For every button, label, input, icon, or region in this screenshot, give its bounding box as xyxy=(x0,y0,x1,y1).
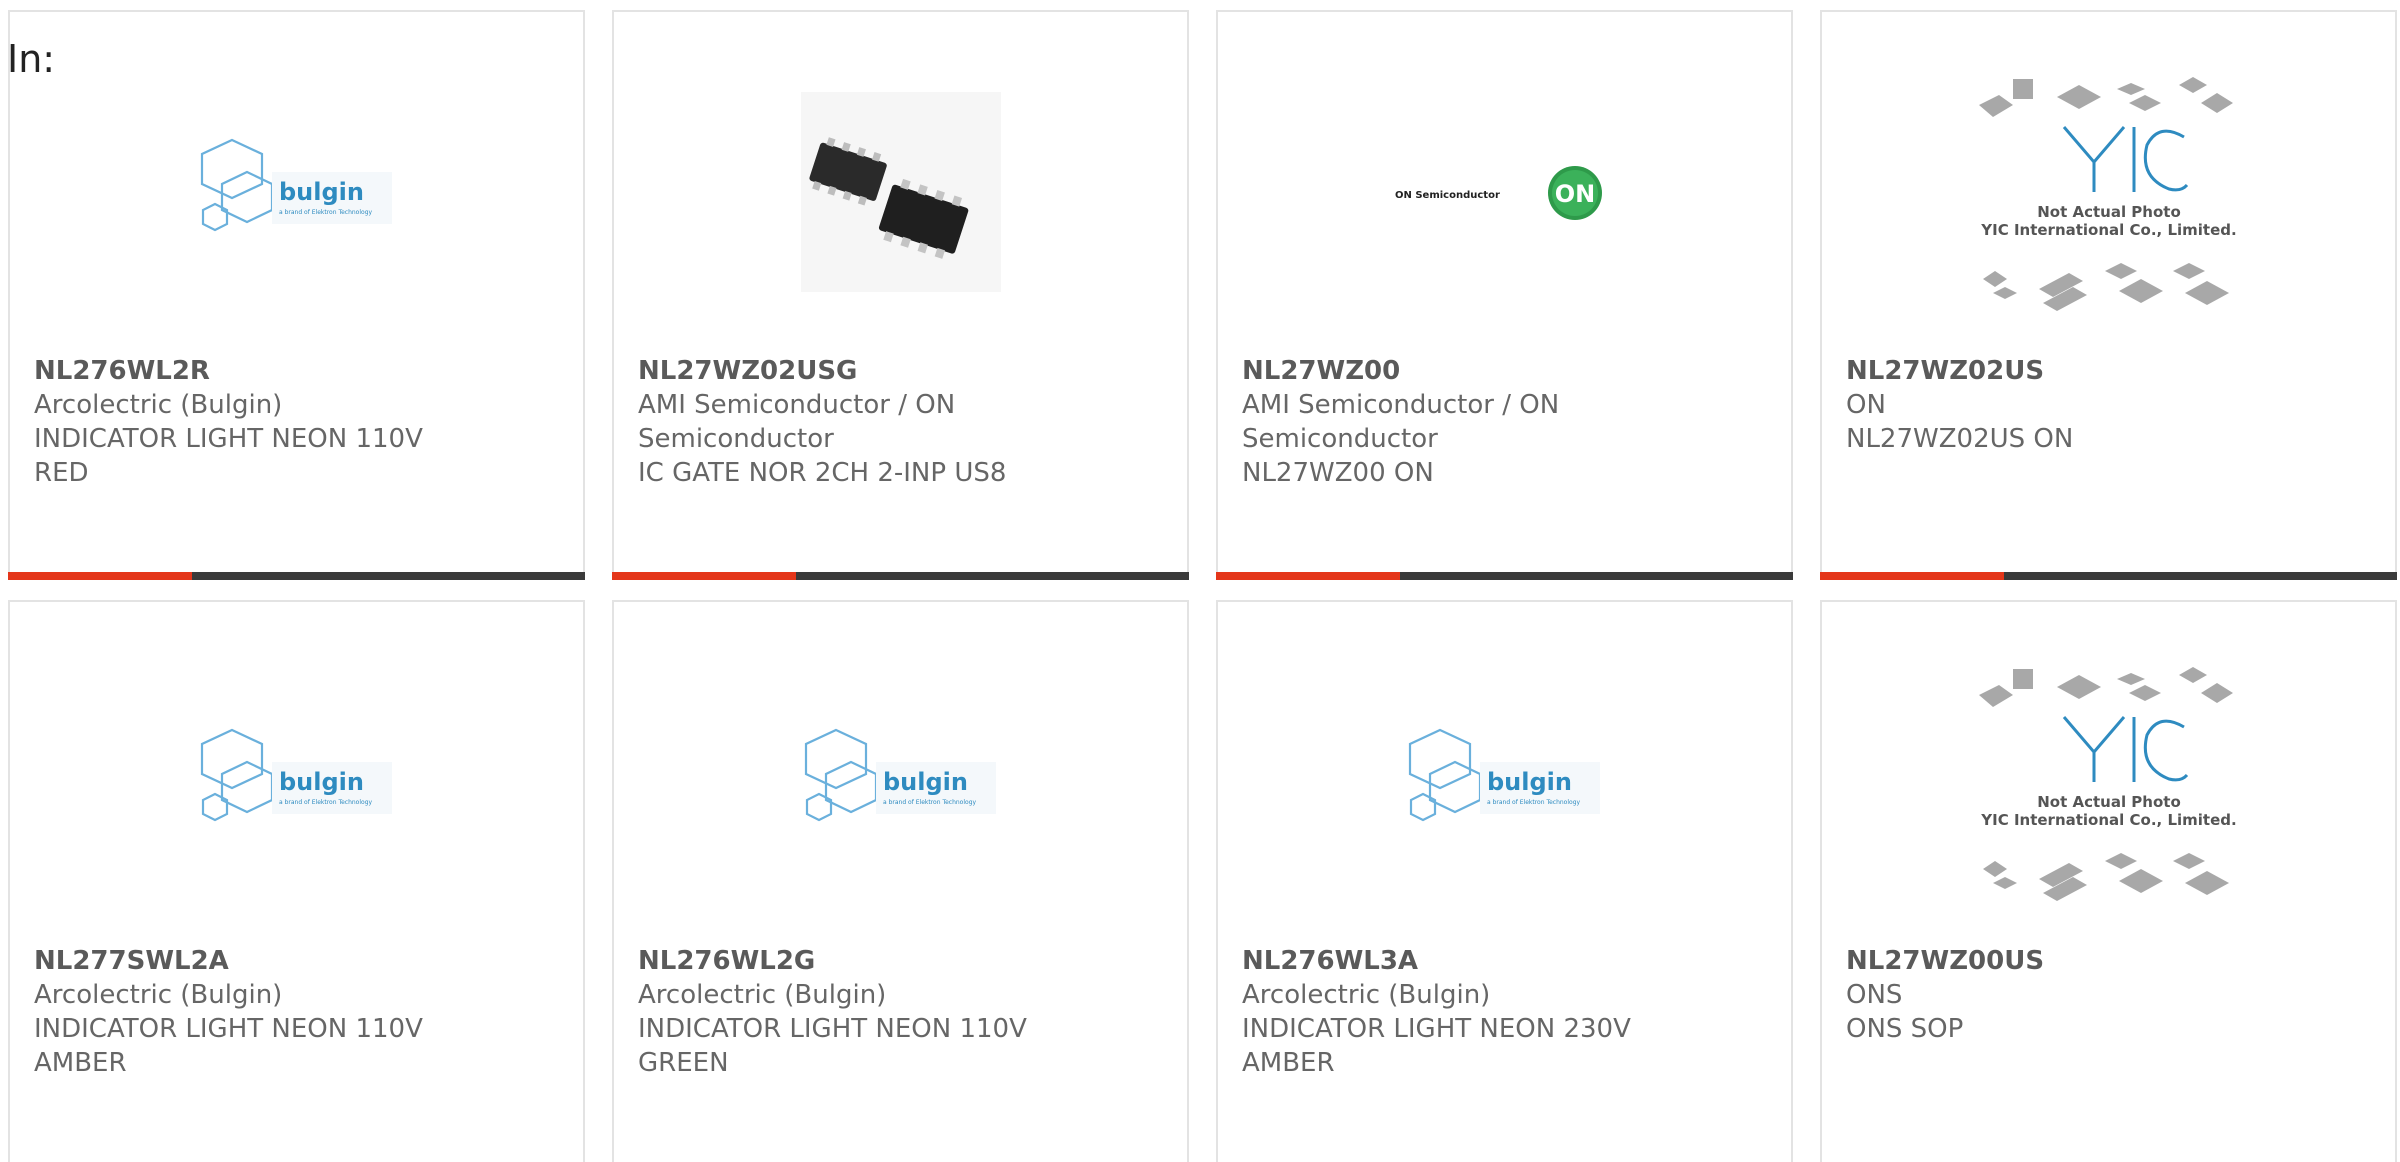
description: INDICATOR LIGHT NEON 110V RED xyxy=(34,424,423,488)
product-info: NL277SWL2A Arcolectric (Bulgin) INDICATO… xyxy=(34,944,454,1080)
product-image-bulgin-logo[interactable]: bulgin a brand of Elektron Technology xyxy=(614,652,1187,912)
manufacturer: AMI Semiconductor / ON Semiconductor xyxy=(638,390,956,454)
svg-text:bulgin: bulgin xyxy=(279,178,364,206)
card-bar-accent xyxy=(1820,572,2004,580)
manufacturer: ON xyxy=(1846,390,1886,420)
manufacturer: Arcolectric (Bulgin) xyxy=(1242,980,1491,1010)
card-bottom-bar xyxy=(8,572,585,580)
product-results-page: In: bulgin a brand of Elektron Technolog… xyxy=(0,0,2400,1162)
description: NL27WZ02US ON xyxy=(1846,424,2074,454)
manufacturer: Arcolectric (Bulgin) xyxy=(34,980,283,1010)
svg-text:bulgin: bulgin xyxy=(883,768,968,796)
card-bottom-bar xyxy=(612,572,1189,580)
bulgin-logo-icon: bulgin a brand of Elektron Technology xyxy=(200,138,392,232)
description: INDICATOR LIGHT NEON 110V AMBER xyxy=(34,1014,423,1078)
product-card[interactable]: Not Actual Photo YIC International Co., … xyxy=(1820,10,2397,580)
manufacturer: Arcolectric (Bulgin) xyxy=(34,390,283,420)
svg-text:ON: ON xyxy=(1554,180,1595,208)
card-bar-accent xyxy=(1216,572,1400,580)
part-number-link[interactable]: NL27WZ00 xyxy=(1242,354,1662,388)
yic-placeholder-icon: Not Actual Photo YIC International Co., … xyxy=(1978,77,2236,311)
card-bar-accent xyxy=(612,572,796,580)
product-image-on-semiconductor-logo[interactable]: ON Semiconductor ON xyxy=(1218,62,1791,322)
svg-text:a brand of Elektron Technology: a brand of Elektron Technology xyxy=(279,209,372,216)
svg-text:Not Actual Photo: Not Actual Photo xyxy=(2037,203,2181,221)
ic-chip-icon xyxy=(800,92,1001,292)
product-info: NL276WL2G Arcolectric (Bulgin) INDICATOR… xyxy=(638,944,1058,1080)
bulgin-logo-icon: bulgin a brand of Elektron Technology xyxy=(1408,728,1600,822)
bulgin-logo-icon: bulgin a brand of Elektron Technology xyxy=(804,728,996,822)
in-label: In: xyxy=(7,37,56,81)
product-image-yic-placeholder[interactable]: Not Actual Photo YIC International Co., … xyxy=(1822,652,2395,912)
svg-text:YIC International Co., Limited: YIC International Co., Limited. xyxy=(1980,221,2236,239)
product-info: NL276WL3A Arcolectric (Bulgin) INDICATOR… xyxy=(1242,944,1662,1080)
part-number-link[interactable]: NL276WL2R xyxy=(34,354,454,388)
svg-text:ON Semiconductor: ON Semiconductor xyxy=(1395,190,1500,201)
svg-text:bulgin: bulgin xyxy=(1487,768,1572,796)
manufacturer: AMI Semiconductor / ON Semiconductor xyxy=(1242,390,1560,454)
svg-text:Not Actual Photo: Not Actual Photo xyxy=(2037,793,2181,811)
svg-text:bulgin: bulgin xyxy=(279,768,364,796)
product-image-bulgin-logo[interactable]: bulgin a brand of Elektron Technology xyxy=(1218,652,1791,912)
svg-text:a brand of Elektron Technology: a brand of Elektron Technology xyxy=(883,799,976,806)
part-number-link[interactable]: NL276WL3A xyxy=(1242,944,1662,978)
on-semiconductor-logo-icon: ON Semiconductor ON xyxy=(1395,166,1602,220)
description: IC GATE NOR 2CH 2-INP US8 xyxy=(638,458,1007,488)
yic-placeholder-icon: Not Actual Photo YIC International Co., … xyxy=(1978,667,2236,901)
description: ONS SOP xyxy=(1846,1014,1964,1044)
card-bottom-bar xyxy=(1216,572,1793,580)
part-number-link[interactable]: NL27WZ02US xyxy=(1846,354,2266,388)
product-image-yic-placeholder[interactable]: Not Actual Photo YIC International Co., … xyxy=(1822,62,2395,322)
product-card[interactable]: bulgin a brand of Elektron Technology NL… xyxy=(8,600,585,1162)
manufacturer: Arcolectric (Bulgin) xyxy=(638,980,887,1010)
product-card[interactable]: bulgin a brand of Elektron Technology NL… xyxy=(1216,600,1793,1162)
product-info: NL27WZ00 AMI Semiconductor / ON Semicond… xyxy=(1242,354,1662,490)
description: NL27WZ00 ON xyxy=(1242,458,1434,488)
part-number-link[interactable]: NL277SWL2A xyxy=(34,944,454,978)
svg-text:a brand of Elektron Technology: a brand of Elektron Technology xyxy=(279,799,372,806)
product-card[interactable]: bulgin a brand of Elektron Technology NL… xyxy=(612,600,1189,1162)
product-image-ic-chip-photo[interactable] xyxy=(614,62,1187,322)
manufacturer: ONS xyxy=(1846,980,1903,1010)
product-card[interactable]: bulgin a brand of Elektron Technology NL… xyxy=(8,10,585,580)
part-number-link[interactable]: NL27WZ02USG xyxy=(638,354,1058,388)
card-bar-accent xyxy=(8,572,192,580)
product-info: NL276WL2R Arcolectric (Bulgin) INDICATOR… xyxy=(34,354,454,490)
product-info: NL27WZ02USG AMI Semiconductor / ON Semic… xyxy=(638,354,1058,490)
product-info: NL27WZ02US ON NL27WZ02US ON xyxy=(1846,354,2266,456)
description: INDICATOR LIGHT NEON 110V GREEN xyxy=(638,1014,1027,1078)
description: INDICATOR LIGHT NEON 230V AMBER xyxy=(1242,1014,1631,1078)
product-card[interactable]: Not Actual Photo YIC International Co., … xyxy=(1820,600,2397,1162)
product-image-bulgin-logo[interactable]: bulgin a brand of Elektron Technology xyxy=(10,62,583,322)
part-number-link[interactable]: NL276WL2G xyxy=(638,944,1058,978)
product-info: NL27WZ00US ONS ONS SOP xyxy=(1846,944,2266,1046)
product-image-bulgin-logo[interactable]: bulgin a brand of Elektron Technology xyxy=(10,652,583,912)
card-bottom-bar xyxy=(1820,572,2397,580)
part-number-link[interactable]: NL27WZ00US xyxy=(1846,944,2266,978)
product-card[interactable]: ON Semiconductor ON NL27WZ00 AMI Semicon… xyxy=(1216,10,1793,580)
svg-text:a brand of Elektron Technology: a brand of Elektron Technology xyxy=(1487,799,1580,806)
bulgin-logo-icon: bulgin a brand of Elektron Technology xyxy=(200,728,392,822)
svg-text:YIC International Co., Limited: YIC International Co., Limited. xyxy=(1980,811,2236,829)
product-card[interactable]: NL27WZ02USG AMI Semiconductor / ON Semic… xyxy=(612,10,1189,580)
